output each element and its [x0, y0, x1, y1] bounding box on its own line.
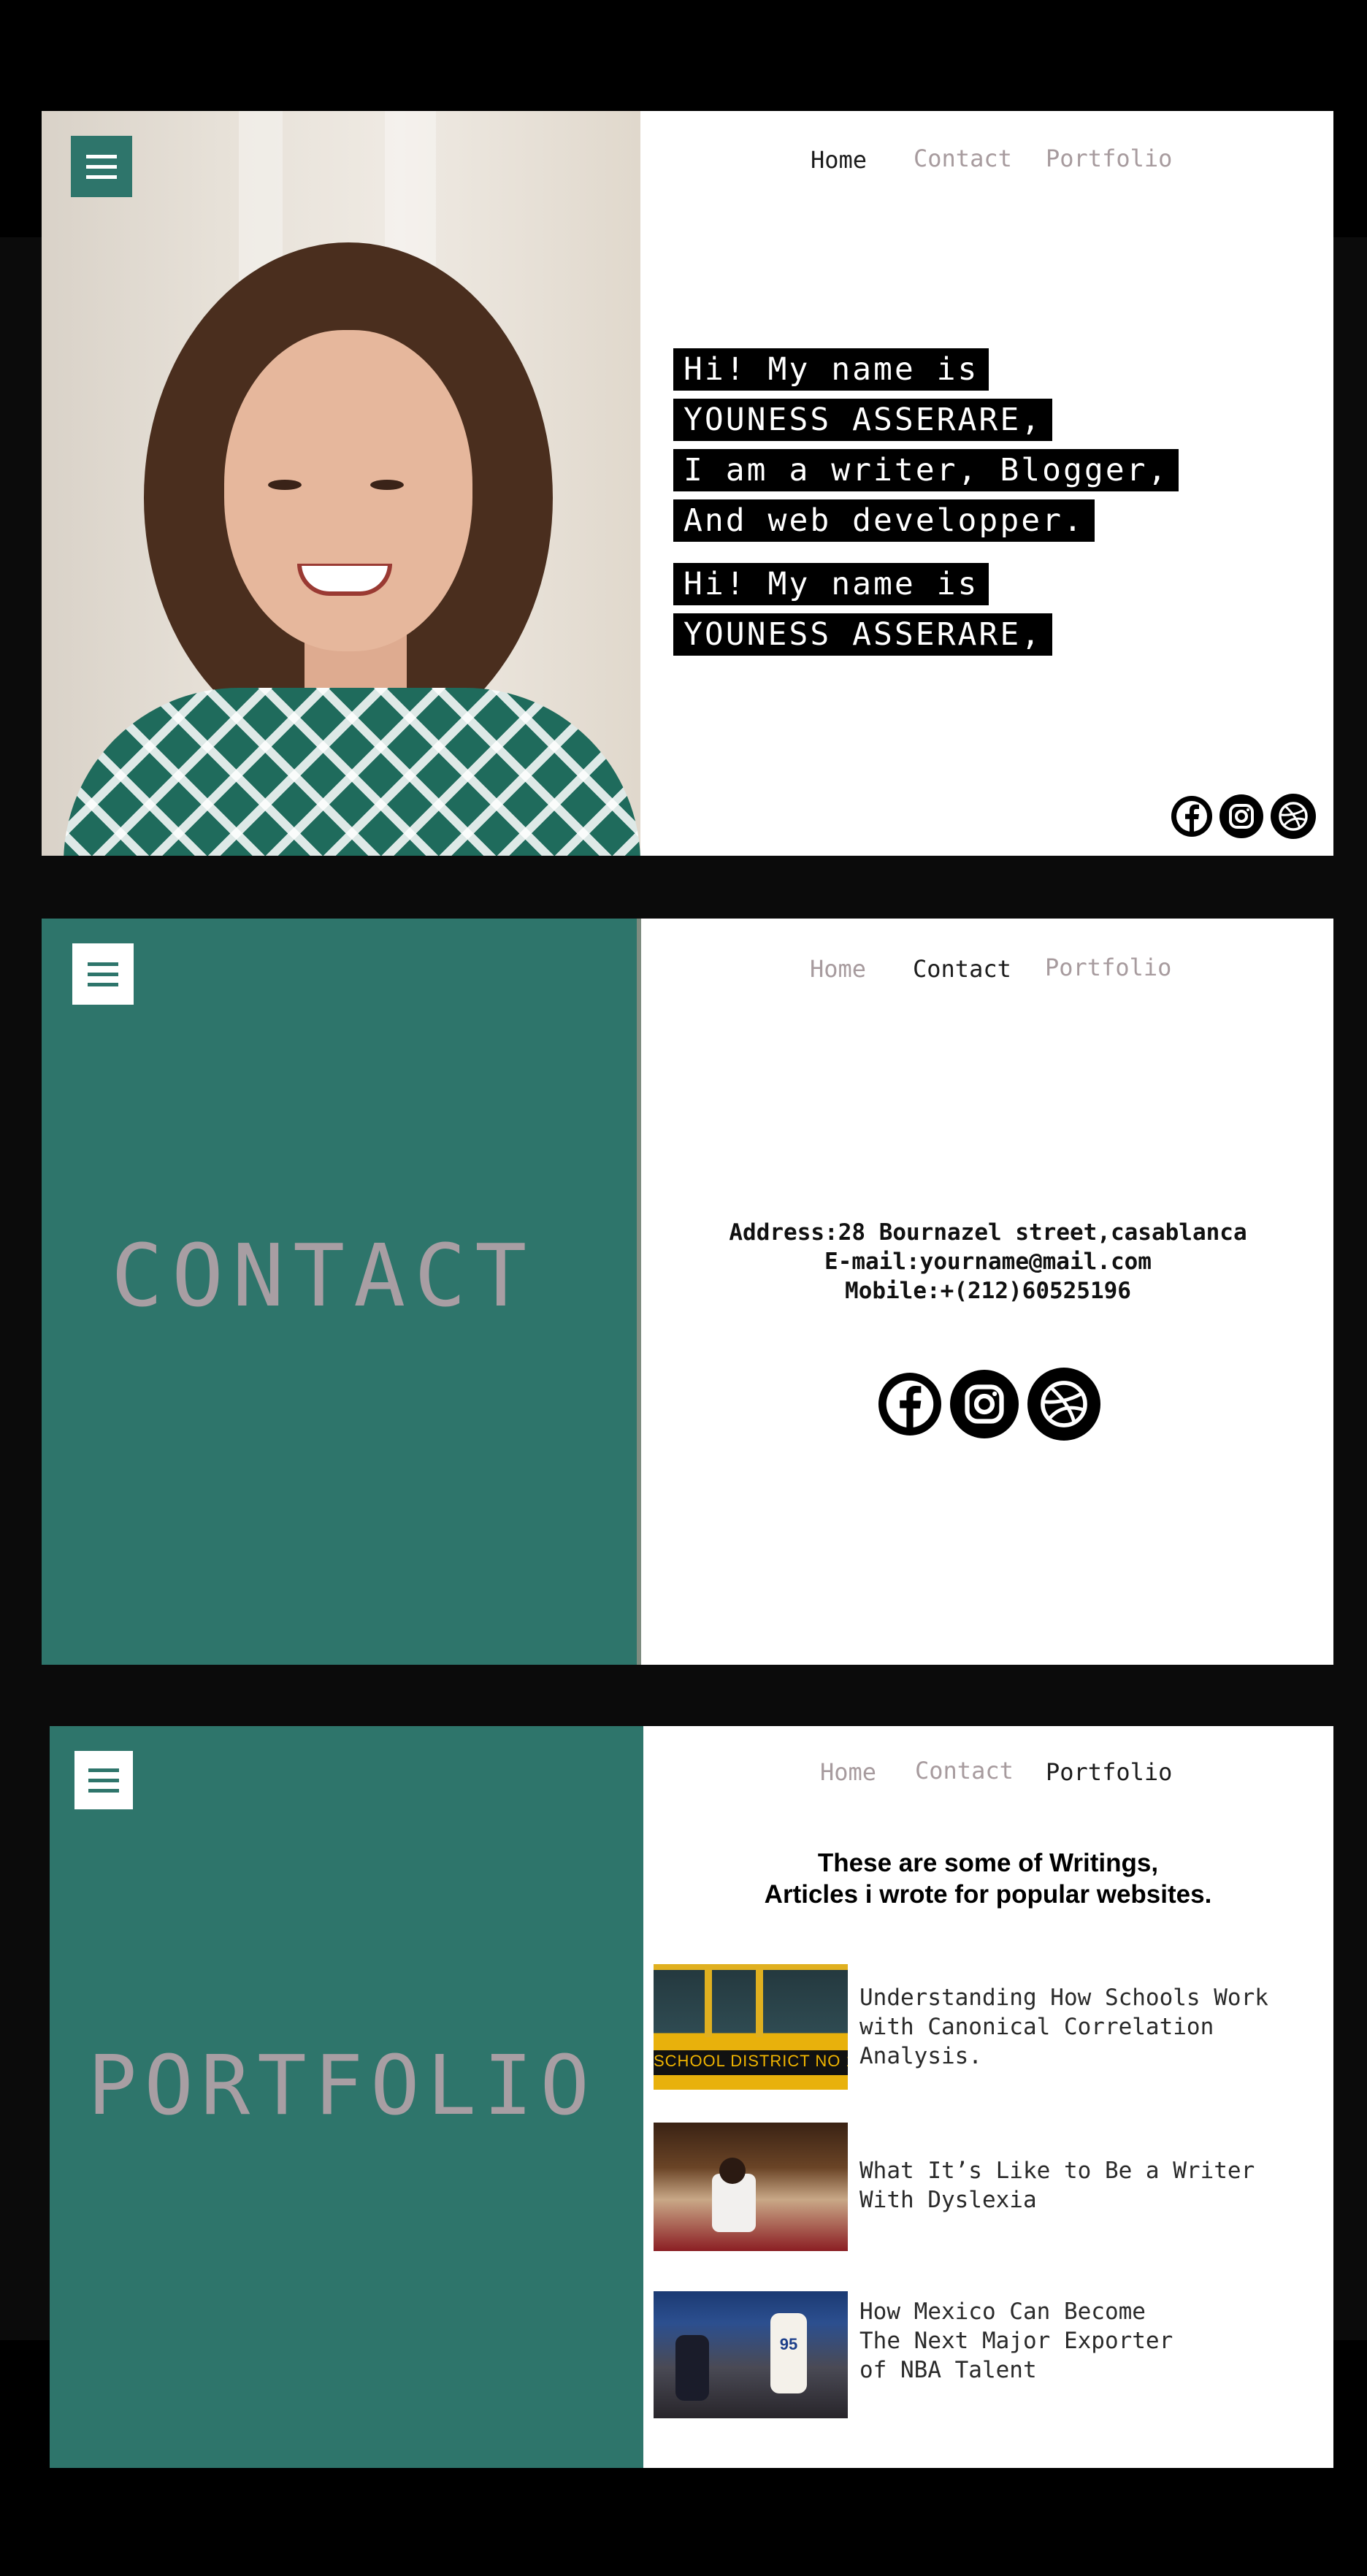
menu-button[interactable] [71, 136, 132, 197]
nav-portfolio[interactable]: Portfolio [1046, 145, 1172, 172]
portfolio-content: Home Contact Portfolio These are some of… [643, 1726, 1333, 2468]
face [224, 330, 472, 651]
top-nav: Home Contact Portfolio [641, 954, 1333, 990]
social-links [1171, 794, 1316, 839]
contact-title: CONTACT [111, 1225, 536, 1326]
nav-home[interactable]: Home [810, 955, 866, 983]
contact-section: CONTACT Home Contact Portfolio Address:2… [42, 919, 1333, 1665]
menu-icon-bar [86, 164, 117, 169]
article-thumbnail: SCHOOL DISTRICT NO 12 [654, 1964, 848, 2090]
menu-icon-bar [88, 972, 118, 976]
menu-icon-bar [88, 1788, 119, 1793]
nav-contact[interactable]: Contact [915, 1757, 1014, 1785]
intro-line: Hi! My name is [673, 563, 989, 605]
facebook-icon[interactable] [878, 1373, 941, 1435]
mobile-text: Mobile:+(212)60525196 [845, 1278, 1131, 1304]
article-title[interactable]: What It’s Like to Be a Writer With Dysle… [859, 2156, 1255, 2215]
article-item[interactable]: What It’s Like to Be a Writer With Dysle… [654, 2123, 1311, 2254]
menu-icon-bar [86, 175, 117, 179]
bus-label: SCHOOL DISTRICT NO 12 [654, 2052, 848, 2070]
menu-button[interactable] [74, 1751, 133, 1809]
menu-icon-bar [88, 1778, 119, 1782]
dribbble-icon[interactable] [1027, 1368, 1100, 1441]
contact-panel: CONTACT [42, 919, 641, 1665]
article-thumbnail [654, 2123, 848, 2251]
menu-icon-bar [88, 982, 118, 986]
article-thumbnail: 95 [654, 2291, 848, 2418]
top-nav: Home Contact Portfolio [643, 1757, 1333, 1793]
menu-icon-bar [88, 962, 118, 966]
contact-details: Address:28 Bournazel street,casablanca E… [641, 1218, 1333, 1306]
portfolio-section: PORTFOLIO Home Contact Portfolio These a… [50, 1726, 1333, 2468]
nav-home[interactable]: Home [811, 146, 867, 174]
home-content: Home Contact Portfolio Hi! My name is YO… [640, 111, 1333, 856]
profile-photo [42, 111, 640, 856]
nav-contact[interactable]: Contact [913, 955, 1011, 983]
intro-line: And web developper. [673, 499, 1095, 542]
nav-home[interactable]: Home [820, 1758, 876, 1786]
menu-button[interactable] [72, 943, 134, 1005]
instagram-icon[interactable] [950, 1370, 1019, 1438]
dribbble-icon[interactable] [1271, 794, 1316, 839]
intro-headline: Hi! My name is YOUNESS ASSERARE, I am a … [673, 348, 1179, 664]
menu-icon-bar [86, 154, 117, 158]
email-text: E-mail:yourname@mail.com [824, 1249, 1152, 1275]
article-title[interactable]: How Mexico Can Become The Next Major Exp… [859, 2297, 1173, 2385]
address-text: Address:28 Bournazel street,casablanca [729, 1219, 1247, 1246]
patterned-shirt [64, 688, 640, 856]
instagram-icon[interactable] [1219, 794, 1263, 838]
jersey-number: 95 [779, 2335, 798, 2353]
portfolio-heading: These are some of Writings, Articles i w… [764, 1849, 1212, 1909]
portfolio-title: PORTFOLIO [88, 2039, 597, 2134]
intro-line: I am a writer, Blogger, [673, 449, 1179, 491]
article-item[interactable]: SCHOOL DISTRICT NO 12 Understanding How … [654, 1964, 1311, 2096]
contact-content: Home Contact Portfolio Address:28 Bourna… [641, 919, 1333, 1665]
article-title[interactable]: Understanding How Schools Work with Cano… [859, 1983, 1268, 2071]
portfolio-panel: PORTFOLIO [50, 1726, 643, 2468]
menu-icon-bar [88, 1768, 119, 1772]
intro-line: YOUNESS ASSERARE, [673, 613, 1053, 656]
article-item[interactable]: 95 How Mexico Can Become The Next Major … [654, 2291, 1311, 2423]
facebook-icon[interactable] [1171, 796, 1212, 837]
social-links [878, 1368, 1100, 1441]
top-nav: Home Contact Portfolio [640, 145, 1333, 181]
home-section: Home Contact Portfolio Hi! My name is YO… [42, 111, 1333, 856]
nav-contact[interactable]: Contact [914, 145, 1012, 172]
nav-portfolio[interactable]: Portfolio [1046, 1758, 1172, 1786]
intro-line: YOUNESS ASSERARE, [673, 399, 1053, 441]
intro-line: Hi! My name is [673, 348, 989, 391]
nav-portfolio[interactable]: Portfolio [1045, 954, 1171, 981]
